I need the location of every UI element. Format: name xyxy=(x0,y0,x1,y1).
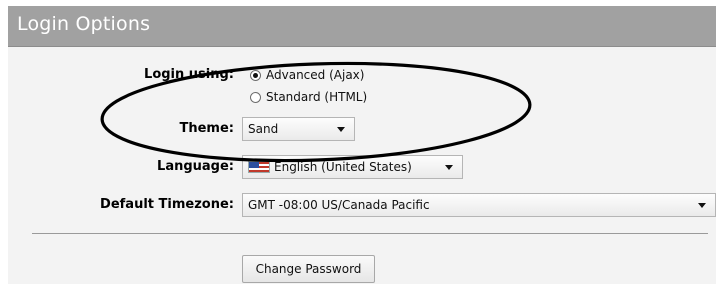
timezone-value: GMT -08:00 US/Canada Pacific xyxy=(248,198,430,212)
radio-standard-label: Standard (HTML) xyxy=(266,90,368,104)
language-select[interactable]: English (United States) xyxy=(242,155,463,179)
timezone-select[interactable]: GMT -08:00 US/Canada Pacific xyxy=(242,193,716,217)
theme-label: Theme: xyxy=(179,121,234,136)
login-options-window: Login Options Login using: Advanced (Aja… xyxy=(0,0,716,284)
radio-standard-html[interactable]: Standard (HTML) xyxy=(250,88,367,106)
chevron-down-icon[interactable] xyxy=(445,164,453,170)
change-password-button[interactable]: Change Password xyxy=(242,255,375,283)
window-title: Login Options xyxy=(17,13,151,35)
language-value: English (United States) xyxy=(274,160,412,174)
radio-advanced-label: Advanced (Ajax) xyxy=(266,68,365,82)
chevron-down-icon[interactable] xyxy=(337,126,345,132)
us-flag-icon xyxy=(248,161,270,173)
title-bar: Login Options xyxy=(8,6,716,47)
radio-advanced-ajax[interactable]: Advanced (Ajax) xyxy=(250,66,364,84)
divider xyxy=(32,233,708,234)
radio-button[interactable] xyxy=(250,91,261,103)
radio-button-selected[interactable] xyxy=(250,69,261,81)
language-label: Language: xyxy=(157,159,234,174)
chevron-down-icon[interactable] xyxy=(698,202,706,208)
theme-select[interactable]: Sand xyxy=(242,117,355,141)
default-timezone-label: Default Timezone: xyxy=(100,197,234,212)
theme-value: Sand xyxy=(248,122,279,136)
login-using-label: Login using: xyxy=(144,67,234,82)
